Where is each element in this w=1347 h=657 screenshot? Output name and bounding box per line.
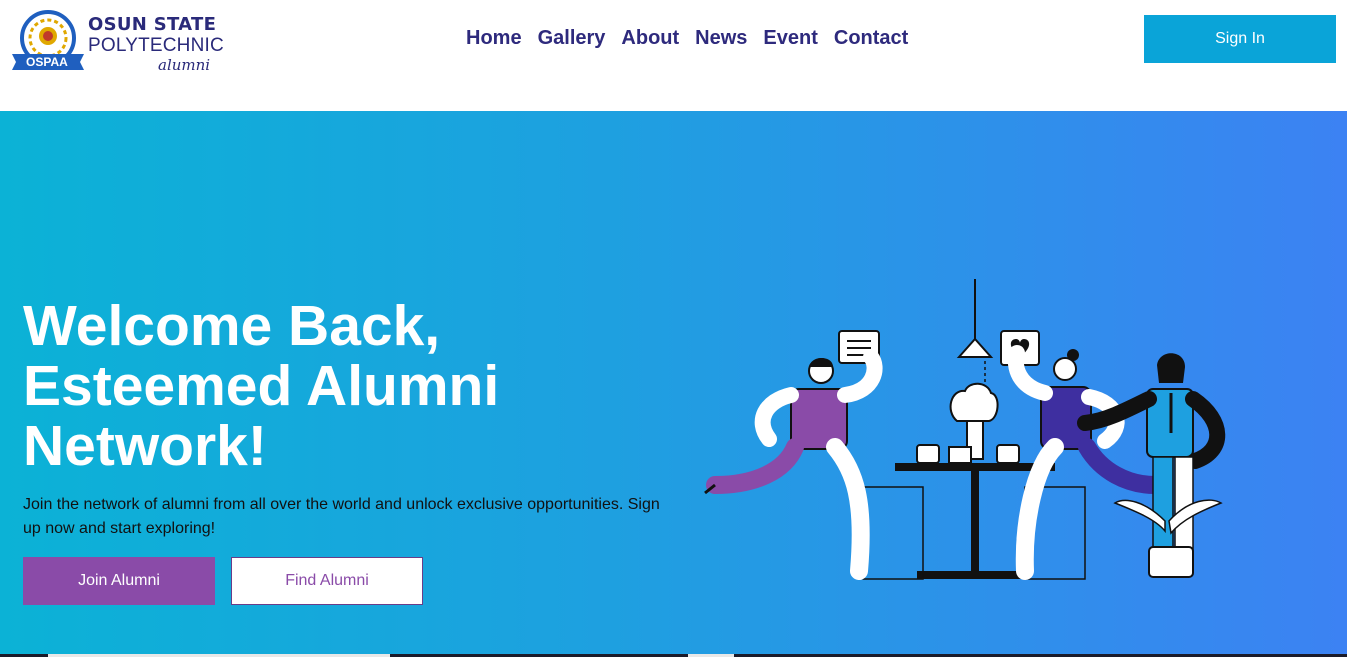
logo-title-line2: POLYTECHNIC xyxy=(88,35,224,56)
people-networking-illustration xyxy=(704,279,1226,580)
nav-about[interactable]: About xyxy=(621,27,679,50)
nav-contact[interactable]: Contact xyxy=(834,27,908,50)
nav-event[interactable]: Event xyxy=(763,27,817,50)
join-alumni-button[interactable]: Join Alumni xyxy=(23,557,215,605)
nav-gallery[interactable]: Gallery xyxy=(538,27,606,50)
sign-in-button[interactable]: Sign In xyxy=(1144,15,1336,63)
brand-logo[interactable]: OSPAA OSUN STATE POLYTECHNIC alumni xyxy=(10,10,230,78)
hero-title: Welcome Back, Esteemed Alumni Network! xyxy=(23,294,500,478)
logo-badge-text: OSPAA xyxy=(26,55,68,69)
hero-subtitle: Join the network of alumni from all over… xyxy=(23,496,660,537)
nav-home[interactable]: Home xyxy=(466,27,522,50)
site-header: OSPAA OSUN STATE POLYTECHNIC alumni Home… xyxy=(0,0,1347,111)
logo-title-line1: OSUN STATE xyxy=(88,14,217,35)
logo-title-line3: alumni xyxy=(158,56,211,74)
main-nav: Home Gallery About News Event Contact xyxy=(466,27,908,50)
hero-section: Welcome Back, Esteemed Alumni Network! J… xyxy=(0,111,1347,657)
nav-news[interactable]: News xyxy=(695,27,747,50)
find-alumni-button[interactable]: Find Alumni xyxy=(231,557,423,605)
